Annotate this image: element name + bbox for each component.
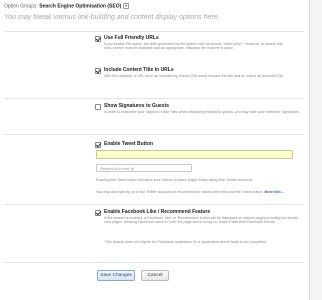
tweet-description: Enabling the Tweet button will allow you…: [96, 178, 254, 182]
page-subtitle: You may tweak various link-building and …: [4, 14, 220, 21]
chevron-down-icon[interactable]: [122, 3, 129, 9]
divider: [4, 204, 304, 205]
cancel-button[interactable]: Cancel: [141, 270, 169, 281]
option-description: In order to maximise your 'signal to noi…: [104, 110, 300, 114]
option-title: Enable Tweet Button: [104, 141, 154, 147]
option-title: Include Content Title In URLs: [104, 67, 174, 73]
option-groups-label: Option Groups:: [4, 3, 38, 10]
option-title: Show Signatures to Guests: [104, 103, 170, 109]
enable-tweet-checkbox[interactable]: [95, 142, 101, 148]
include-content-title-checkbox[interactable]: [95, 68, 101, 74]
tweet-text-input[interactable]: [96, 150, 293, 159]
more-info-link[interactable]: More info...: [265, 190, 284, 194]
enable-facebook-checkbox[interactable]: [95, 210, 101, 216]
scrollbar[interactable]: [310, 0, 322, 300]
divider: [4, 31, 304, 32]
options-panel: Option Groups: Search Engine Optimisatio…: [0, 0, 310, 300]
option-title: Use Full Friendly URLs: [104, 35, 159, 41]
option-title: Enable Facebook Like / Recommend Feature: [104, 209, 211, 215]
divider: [4, 134, 304, 135]
option-description: If you enable this option, the links gen…: [104, 42, 284, 51]
full-friendly-urls-checkbox[interactable]: [95, 36, 101, 42]
facebook-note: This feature does not require the Facebo…: [105, 240, 267, 244]
divider: [4, 262, 304, 263]
option-groups-bar: Option Groups: Search Engine Optimisatio…: [0, 0, 310, 15]
option-groups-select[interactable]: Search Engine Optimisation (SEO): [39, 3, 121, 9]
tweet-related-description: You may also specify up to two Twitter a…: [96, 190, 296, 194]
divider: [4, 98, 304, 99]
show-signatures-checkbox[interactable]: [95, 104, 101, 110]
related-account-input[interactable]: Related Account @: [96, 164, 192, 172]
related-description-text: You may also specify up to two Twitter a…: [96, 190, 264, 194]
option-description: If this feature is enabled, a Facebook '…: [104, 216, 298, 225]
save-changes-button[interactable]: Save Changes: [97, 270, 135, 281]
option-description: With this disabled, a URL such as /threa…: [104, 74, 284, 78]
